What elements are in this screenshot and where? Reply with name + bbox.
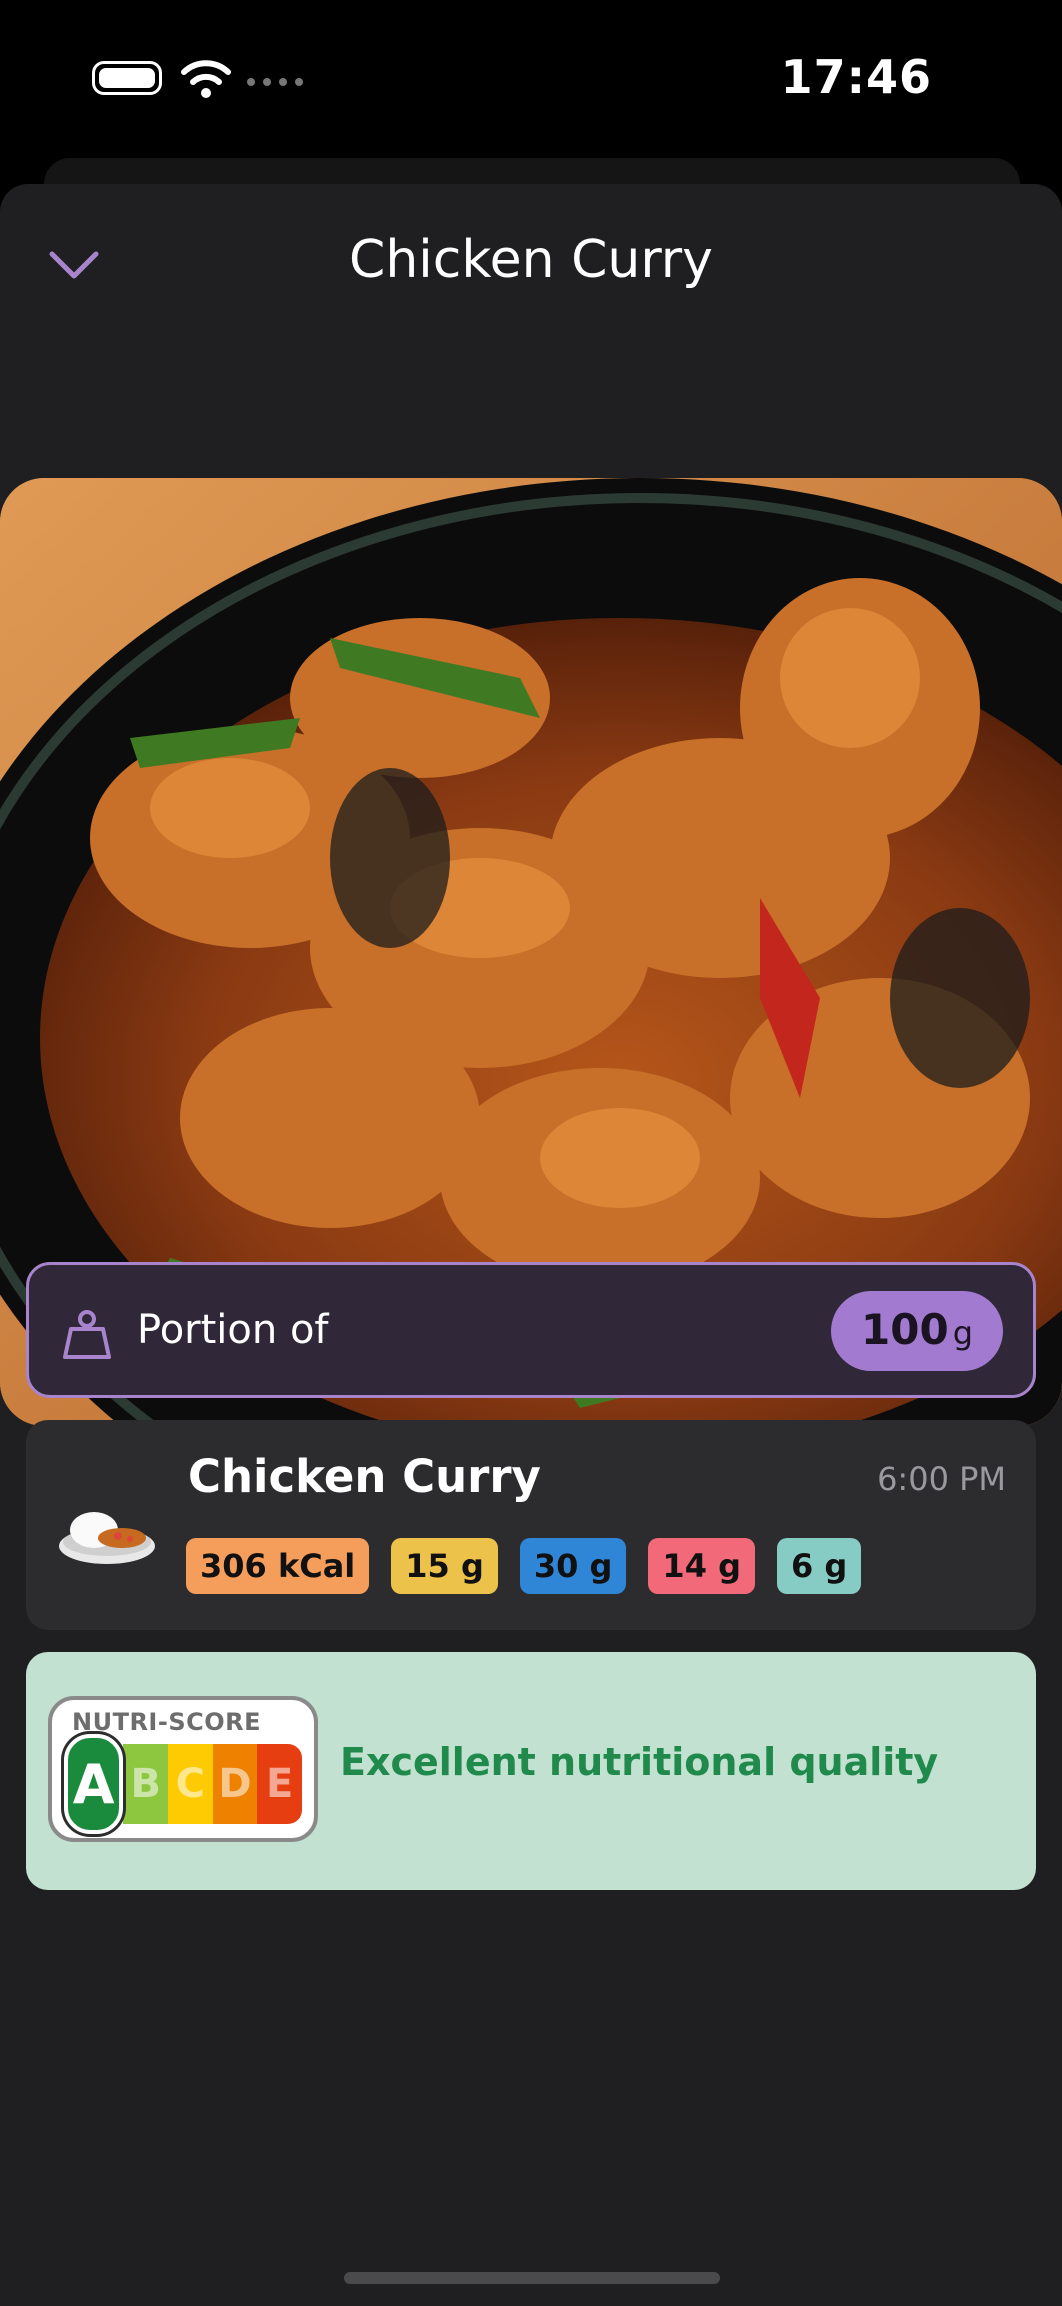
nutrient-badge-teal: 6 g <box>777 1538 862 1594</box>
meal-entry-card[interactable]: Chicken Curry 6:00 PM 306 kCal 15 g 30 g… <box>26 1420 1036 1630</box>
calories-badge: 306 kCal <box>186 1538 370 1594</box>
status-bar: 17:46 <box>0 0 1062 150</box>
portion-amount: 100 <box>861 1305 949 1354</box>
meal-name: Chicken Curry <box>188 1450 541 1503</box>
nutri-grade-e: E <box>257 1744 302 1824</box>
nutrient-badge-blue: 30 g <box>519 1538 627 1594</box>
meal-time: 6:00 PM <box>877 1460 1006 1498</box>
portion-label: Portion of <box>137 1307 329 1353</box>
food-detail-sheet: Chicken Curry <box>0 184 1062 2306</box>
nutri-grade-b: B <box>123 1744 169 1824</box>
home-indicator[interactable] <box>344 2272 720 2284</box>
battery-icon <box>92 61 162 95</box>
nutri-grade-c: C <box>168 1744 213 1824</box>
portion-amount-pill[interactable]: 100 g <box>831 1291 1003 1371</box>
nutri-grade-a: A <box>64 1734 124 1834</box>
signal-dots-icon <box>247 78 303 86</box>
nutri-score-header: NUTRI-SCORE <box>72 1708 261 1736</box>
status-time: 17:46 <box>780 50 932 104</box>
portion-unit: g <box>952 1314 973 1352</box>
nutrient-badge-yellow: 15 g <box>391 1538 498 1594</box>
nutri-score-card: NUTRI-SCORE A B C D E Excellent nutritio… <box>26 1652 1036 1890</box>
nutrient-badges: 306 kCal 15 g 30 g 14 g 6 g <box>186 1538 862 1594</box>
portion-selector[interactable]: Portion of 100 g <box>26 1262 1036 1398</box>
nutrient-badge-red: 14 g <box>648 1538 755 1594</box>
scale-icon <box>63 1310 111 1359</box>
curry-rice-icon <box>59 1512 155 1564</box>
wifi-icon <box>181 60 231 98</box>
page-title: Chicken Curry <box>349 230 713 290</box>
nutri-score-scale: A B C D E <box>64 1734 302 1834</box>
nutri-score-logo: NUTRI-SCORE A B C D E <box>48 1696 318 1842</box>
nutri-score-description: Excellent nutritional quality <box>340 1740 939 1784</box>
nutri-grade-d: D <box>212 1744 258 1824</box>
